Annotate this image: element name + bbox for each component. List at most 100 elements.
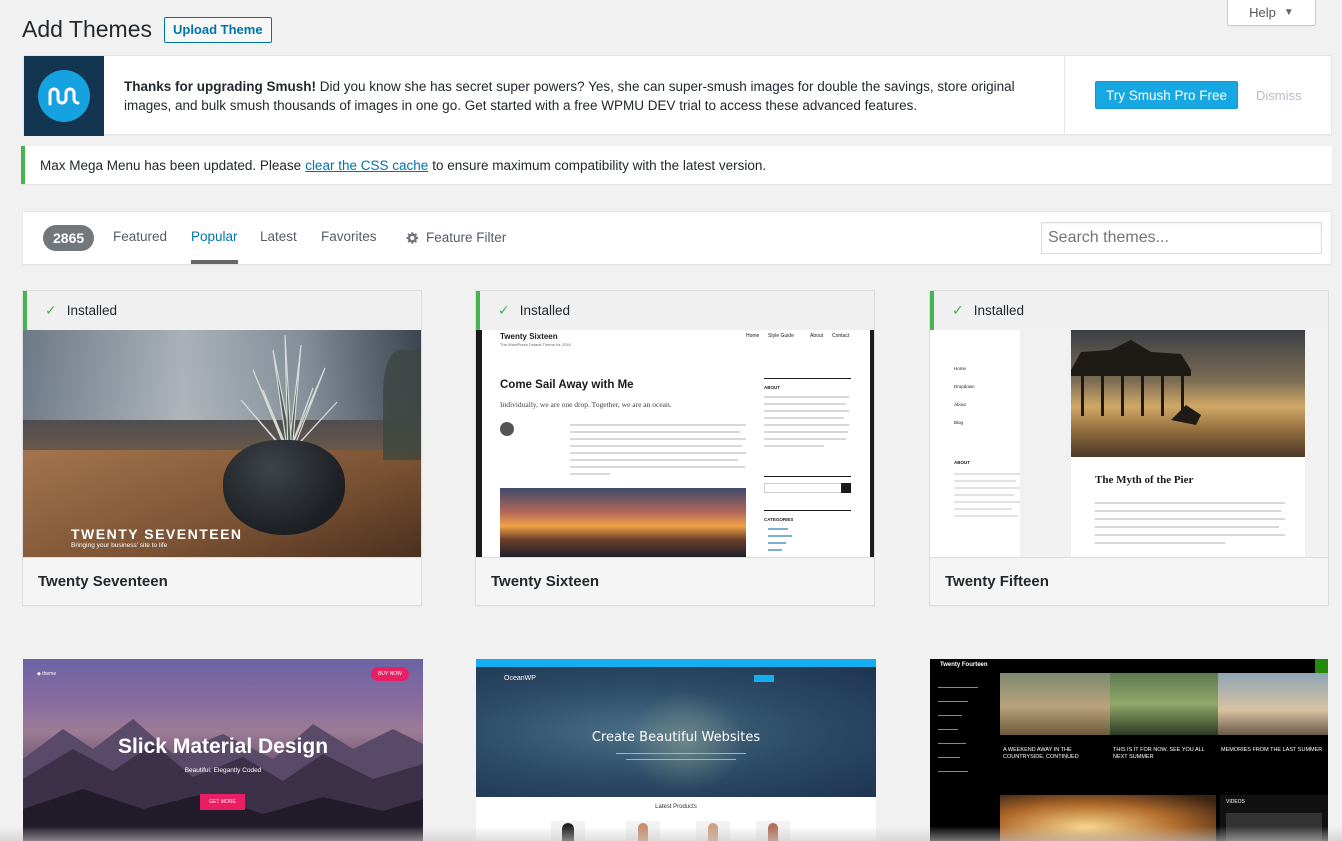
checkmark-icon: ✓	[498, 302, 510, 318]
theme-name: Twenty Seventeen	[23, 557, 421, 605]
screenshot-site-title: Twenty Fourteen	[940, 662, 988, 668]
tab-popular[interactable]: Popular	[191, 212, 238, 264]
feature-filter-label: Feature Filter	[426, 230, 507, 245]
screenshot-nav-home: Home	[954, 366, 967, 371]
theme-name: Twenty Fifteen	[930, 557, 1328, 605]
screenshot-nav-button: BUY NOW	[371, 667, 409, 681]
theme-screenshot[interactable]: TWENTY SEVENTEEN Bringing your business'…	[23, 330, 421, 557]
screenshot-hero-button: GET MORE	[200, 794, 245, 810]
help-label: Help	[1249, 5, 1276, 20]
smush-message-bold: Thanks for upgrading Smush!	[124, 79, 317, 94]
installed-label: Installed	[66, 303, 118, 318]
screenshot-site-title: Twenty Sixteen	[500, 332, 558, 341]
installed-badge: ✓ Installed	[23, 291, 421, 330]
screenshot-post-title: Come Sail Away with Me	[500, 379, 634, 391]
theme-card-twenty-sixteen[interactable]: ✓ Installed Twenty Sixteen The WordPress…	[475, 290, 875, 606]
author-avatar	[500, 422, 514, 436]
screenshot-post-subtitle: Individually, we are one drop. Together,…	[500, 400, 672, 409]
tab-favorites[interactable]: Favorites	[321, 212, 377, 264]
featured-tile-image	[1000, 673, 1110, 735]
screenshot-nav-style: Style Guide	[768, 333, 794, 339]
theme-screenshot[interactable]: Twenty Sixteen The WordPress Default The…	[476, 330, 874, 557]
window-background	[23, 330, 421, 420]
theme-card-slick-material[interactable]: ◆ theme BUY NOW Slick Material Design Be…	[23, 659, 423, 841]
smush-logo	[24, 56, 104, 136]
screenshot-sidebar	[930, 673, 998, 841]
upload-theme-button[interactable]: Upload Theme	[163, 16, 272, 43]
feature-filter-button[interactable]: Feature Filter	[406, 212, 506, 264]
screenshot-page: Twenty Sixteen The WordPress Default The…	[482, 330, 870, 557]
clear-css-cache-link[interactable]: clear the CSS cache	[305, 158, 428, 173]
mega-notice-text-before: Max Mega Menu has been updated. Please	[40, 157, 302, 173]
pier-image	[1071, 330, 1305, 457]
screenshot-hero-title: Slick Material Design	[117, 735, 329, 758]
screenshot-nav-button	[754, 675, 774, 682]
installed-badge: ✓ Installed	[476, 291, 874, 330]
screenshot-hero-title: Create Beautiful Websites	[591, 730, 761, 745]
try-smush-pro-button[interactable]: Try Smush Pro Free	[1095, 81, 1239, 109]
smush-logo-icon	[38, 70, 90, 122]
screenshot-about-label: ABOUT	[764, 385, 780, 390]
screenshot-nav-about: About	[954, 402, 966, 407]
screenshot-search-field	[764, 483, 851, 493]
screenshot-hero: OceanWP Create Beautiful Websites	[476, 667, 876, 797]
screenshot-nav-home: Home	[746, 333, 760, 339]
theme-card-oceanwp[interactable]: OceanWP Create Beautiful Websites Latest…	[476, 659, 876, 841]
background-plant	[383, 350, 421, 460]
screenshot-nav-dropdown: Dropdown	[954, 384, 975, 389]
screenshot-logo: ◆ theme	[37, 671, 57, 677]
featured-caption: MEMORIES FROM THE LAST SUMMER	[1221, 747, 1323, 753]
smush-actions: Try Smush Pro Free Dismiss	[1064, 56, 1331, 134]
screenshot-nav-blog: Blog	[954, 420, 964, 425]
screenshot-tagline: Bringing your business' site to life	[71, 542, 168, 549]
featured-caption: A WEEKEND AWAY IN THE COUNTRYSIDE, CONTI…	[1003, 747, 1079, 760]
screenshot-nav-about: About	[810, 333, 824, 339]
search-icon	[1315, 659, 1328, 673]
featured-tile-image	[1218, 673, 1328, 735]
help-tab[interactable]: Help ▼	[1227, 0, 1316, 26]
screenshot-topbar	[476, 659, 876, 667]
sunset-image	[500, 488, 746, 557]
checkmark-icon: ✓	[952, 302, 964, 318]
theme-name: Twenty Sixteen	[476, 557, 874, 605]
theme-card-twenty-fifteen[interactable]: ✓ Installed Home Dropdown About Blog ABO…	[929, 290, 1329, 606]
page-header: Add Themes Upload Theme	[22, 16, 272, 43]
mega-notice-text-after: to ensure maximum compatibility with the…	[432, 157, 767, 173]
tab-latest[interactable]: Latest	[260, 212, 297, 264]
featured-caption: THIS IS IT FOR NOW. SEE YOU ALL NEXT SUM…	[1113, 747, 1205, 760]
theme-screenshot[interactable]: Home Dropdown About Blog ABOUT The Myth …	[930, 330, 1328, 557]
screenshot-post-title: The Myth of the Pier	[1095, 474, 1194, 486]
screenshot-hero-subtitle: Beautiful. Elegantly Coded	[184, 767, 262, 774]
page-title: Add Themes	[22, 16, 152, 42]
screenshot-nav-contact: Contact	[832, 333, 850, 339]
theme-filter-bar: 2865 Featured Popular Latest Favorites F…	[22, 211, 1332, 265]
smush-message: Thanks for upgrading Smush! Did you know…	[104, 56, 1064, 134]
installed-label: Installed	[973, 303, 1025, 318]
caret-down-icon: ▼	[1283, 7, 1294, 18]
plant-pot	[223, 440, 345, 535]
search-themes-input[interactable]	[1041, 222, 1322, 254]
screenshot-search-button	[841, 483, 851, 493]
screenshot-logo: OceanWP	[504, 675, 536, 682]
checkmark-icon: ✓	[45, 302, 57, 318]
theme-card-twenty-seventeen[interactable]: ✓ Installed TWENTY SEVENTEEN Bringing yo…	[22, 290, 422, 606]
screenshot-about-label: ABOUT	[954, 460, 970, 465]
screenshot-categories-label: CATEGORIES	[764, 517, 794, 522]
screenshot-latest-products: Latest Products	[655, 804, 697, 810]
dismiss-link[interactable]: Dismiss	[1256, 88, 1302, 103]
mega-menu-notice: Max Mega Menu has been updated. Please c…	[21, 146, 1332, 184]
installed-badge: ✓ Installed	[930, 291, 1328, 330]
scroll-fade	[0, 826, 1342, 841]
theme-card-twenty-fourteen[interactable]: Twenty Fourteen A WEEKEND AWAY IN THE CO…	[930, 659, 1328, 841]
tab-featured[interactable]: Featured	[113, 212, 167, 264]
screenshot-tagline: The WordPress Default Theme for 2016	[500, 342, 571, 347]
screenshot-site-title: TWENTY SEVENTEEN	[71, 526, 243, 542]
gear-icon	[406, 232, 419, 244]
theme-count-badge: 2865	[43, 225, 95, 251]
smush-upgrade-notice: Thanks for upgrading Smush! Did you know…	[23, 55, 1332, 136]
installed-label: Installed	[519, 303, 571, 318]
videos-label: VIDEOS	[1226, 799, 1245, 805]
screenshot-sidebar: Home Dropdown About Blog ABOUT	[930, 330, 1020, 557]
featured-tile-image	[1110, 673, 1218, 735]
screenshot-header: Twenty Fourteen	[930, 659, 1328, 673]
